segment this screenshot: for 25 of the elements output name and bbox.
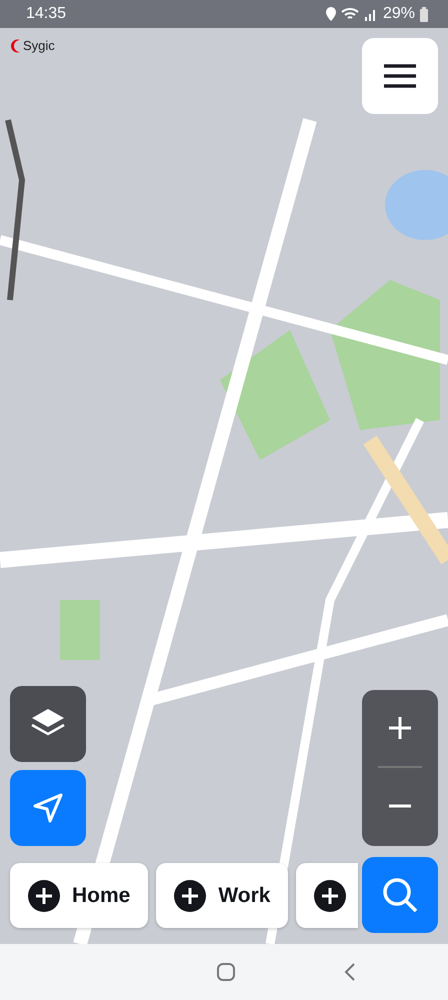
search-icon [381,876,419,914]
back-nav-icon[interactable] [344,962,356,982]
plus-circle-icon [174,880,206,912]
plus-icon [389,717,411,739]
navigate-button[interactable] [10,770,86,846]
shortcut-button[interactable]: Home [10,863,148,928]
shortcut-button[interactable]: Work [156,863,288,928]
add-shortcut-button[interactable] [296,863,358,928]
search-button[interactable] [362,857,438,933]
menu-icon [384,64,416,88]
wifi-icon [340,7,359,21]
logo-icon [10,38,22,52]
logo-text: Sygic [23,38,55,53]
battery-percent: 29% [382,5,415,23]
minus-icon [389,804,411,808]
battery-icon [420,6,428,22]
home-nav-icon[interactable] [216,962,236,982]
plus-circle-icon [314,880,346,912]
status-time: 14:35 [26,5,66,23]
menu-button[interactable] [362,38,438,114]
layers-button[interactable] [10,686,86,762]
location-icon [326,7,336,21]
plus-circle-icon [28,880,60,912]
navigation-arrow-icon [32,792,64,824]
signal-icon [364,7,378,21]
